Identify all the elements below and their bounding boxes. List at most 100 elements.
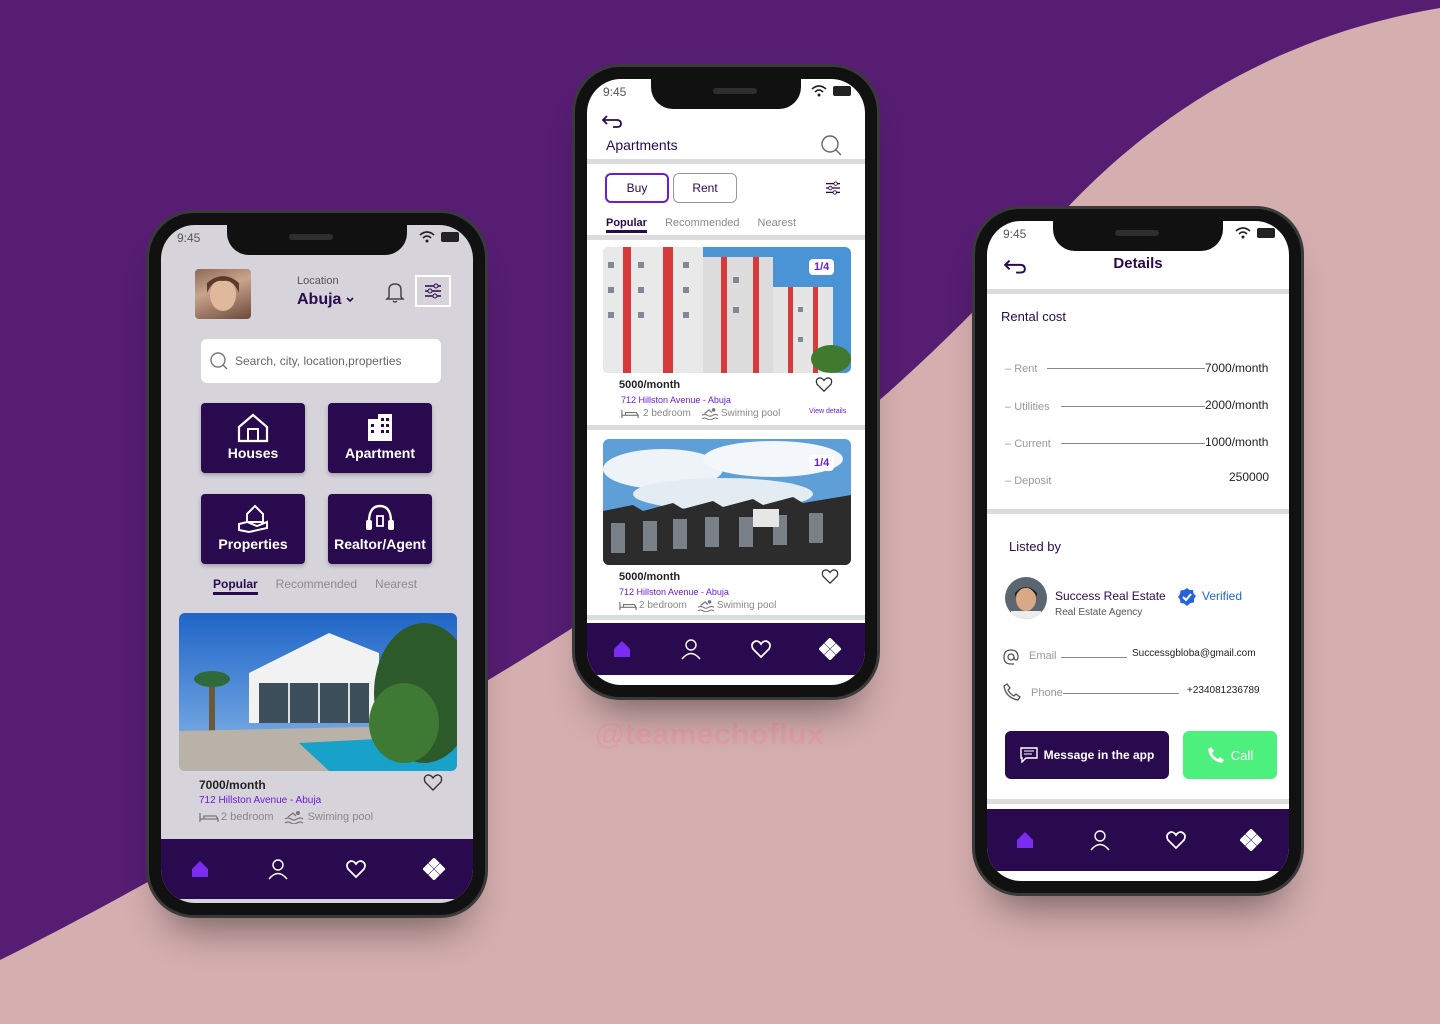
- call-button[interactable]: Call: [1183, 731, 1277, 779]
- category-houses[interactable]: Houses: [201, 403, 305, 473]
- wifi-icon: [811, 85, 827, 97]
- tab-popular[interactable]: Popular: [213, 577, 258, 595]
- cost-label-rent: – Rent: [1005, 363, 1038, 375]
- buy-toggle[interactable]: Buy: [605, 173, 669, 203]
- divider: [987, 289, 1289, 294]
- status-time: 9:45: [1003, 227, 1027, 241]
- bell-icon[interactable]: [385, 281, 405, 303]
- back-icon[interactable]: [601, 113, 623, 129]
- message-button-label: Message in the app: [1043, 748, 1155, 762]
- user-icon[interactable]: [1089, 829, 1111, 851]
- divider: [987, 799, 1289, 804]
- tab-nearest[interactable]: Nearest: [758, 217, 797, 233]
- amenity-label: Swiming pool: [716, 600, 777, 611]
- cost-label-current: – Current: [1005, 438, 1051, 450]
- bottom-nav: [161, 839, 473, 899]
- page-title: Apartments: [606, 137, 678, 153]
- email-label: Email: [1029, 650, 1057, 662]
- tab-nearest[interactable]: Nearest: [375, 577, 417, 595]
- location-value: Abuja: [297, 291, 342, 308]
- search-icon[interactable]: [819, 133, 843, 157]
- bottom-nav: [987, 809, 1289, 871]
- listed-heading: Listed by: [1009, 539, 1062, 554]
- sliders-icon[interactable]: [825, 181, 841, 195]
- email-line: [1061, 657, 1127, 658]
- at-icon: [1003, 649, 1019, 665]
- battery-icon: [833, 86, 851, 96]
- heart-icon[interactable]: [815, 377, 833, 393]
- agent-type: Real Estate Agency: [1055, 607, 1143, 618]
- listing-price: 7000/month: [199, 778, 266, 792]
- home-icon[interactable]: [1014, 829, 1036, 851]
- user-icon[interactable]: [680, 638, 702, 660]
- wifi-icon: [1235, 227, 1251, 239]
- category-realtor[interactable]: Realtor/Agent: [328, 494, 432, 564]
- divider: [587, 425, 865, 430]
- amenity-label: Swiming pool: [307, 811, 374, 823]
- call-button-label: Call: [1230, 747, 1254, 763]
- listing-photo[interactable]: [179, 613, 457, 771]
- heart-icon[interactable]: [1165, 829, 1187, 851]
- category-properties[interactable]: Properties: [201, 494, 305, 564]
- tab-popular[interactable]: Popular: [606, 217, 647, 233]
- chat-icon: [1019, 747, 1038, 763]
- details-screen: 9:45 Details Rental cost – Rent 7000/mon…: [987, 221, 1289, 881]
- verified-badge-icon: [1178, 588, 1196, 606]
- listing-address: 712 Hillston Avenue - Abuja: [199, 795, 322, 806]
- email-value[interactable]: Successgbloba@gmail.com: [1132, 648, 1256, 659]
- avatar[interactable]: [195, 269, 251, 319]
- heart-icon[interactable]: [345, 858, 367, 880]
- cost-value-rent: 7000/month: [1205, 361, 1269, 375]
- filter-button[interactable]: [415, 275, 451, 307]
- tab-recommended[interactable]: Recommended: [665, 217, 740, 233]
- listing-features: 2 bedroom Swiming pool: [621, 407, 780, 420]
- wifi-icon: [419, 231, 435, 243]
- listing-address: 712 Hillston Avenue - Abuja: [621, 395, 731, 405]
- grid-icon[interactable]: [423, 858, 445, 880]
- divider: [587, 615, 865, 620]
- sliders-icon: [425, 283, 441, 299]
- photo-counter: 1/4: [809, 259, 835, 275]
- heart-icon[interactable]: [423, 774, 443, 792]
- status-icons: [811, 85, 851, 97]
- verified-label: Verified: [1202, 589, 1243, 603]
- page-title: Details: [1113, 255, 1163, 272]
- user-icon[interactable]: [267, 858, 289, 880]
- notch: [651, 79, 801, 109]
- category-apartment[interactable]: Apartment: [328, 403, 432, 473]
- cost-line: [1047, 368, 1205, 369]
- message-button[interactable]: Message in the app: [1005, 731, 1169, 779]
- listing-tabs: Popular Recommended Nearest: [213, 577, 417, 595]
- listing-tabs: Popular Recommended Nearest: [606, 217, 796, 233]
- rent-toggle[interactable]: Rent: [673, 173, 737, 203]
- category-label: Realtor/Agent: [334, 536, 426, 552]
- search-field[interactable]: Search, city, location,properties: [201, 339, 441, 383]
- tab-recommended[interactable]: Recommended: [276, 577, 357, 595]
- watermark: @teamechoflux: [595, 718, 825, 751]
- location-select[interactable]: Abuja: [297, 291, 355, 309]
- phone-details: 9:45 Details Rental cost – Rent 7000/mon…: [972, 206, 1304, 896]
- phone-value[interactable]: +234081236789: [1187, 685, 1260, 696]
- amenity-label: Swiming pool: [720, 408, 781, 419]
- cost-value-deposit: 250000: [1229, 470, 1270, 484]
- grid-icon[interactable]: [819, 638, 842, 660]
- phone-apartments: 9:45 Apartments Buy Rent Popular Recomme…: [572, 64, 880, 700]
- category-label: Apartment: [344, 445, 415, 461]
- cost-line: [1061, 443, 1205, 444]
- home-icon[interactable]: [611, 638, 633, 660]
- listing-price: 5000/month: [619, 379, 681, 391]
- view-details-link[interactable]: View details: [809, 408, 846, 415]
- house-icon: [237, 413, 269, 443]
- notch: [1053, 221, 1223, 251]
- pool-icon: [697, 600, 715, 612]
- heart-icon[interactable]: [750, 638, 772, 660]
- bottom-nav: [587, 623, 865, 675]
- heart-icon[interactable]: [821, 569, 839, 585]
- pool-icon: [701, 408, 719, 420]
- grid-icon[interactable]: [1240, 829, 1263, 851]
- phone-icon: [1003, 683, 1021, 701]
- cost-value-utilities: 2000/month: [1205, 398, 1269, 412]
- status-icons: [1235, 227, 1275, 239]
- home-icon[interactable]: [189, 858, 211, 880]
- apartments-screen: 9:45 Apartments Buy Rent Popular Recomme…: [587, 79, 865, 685]
